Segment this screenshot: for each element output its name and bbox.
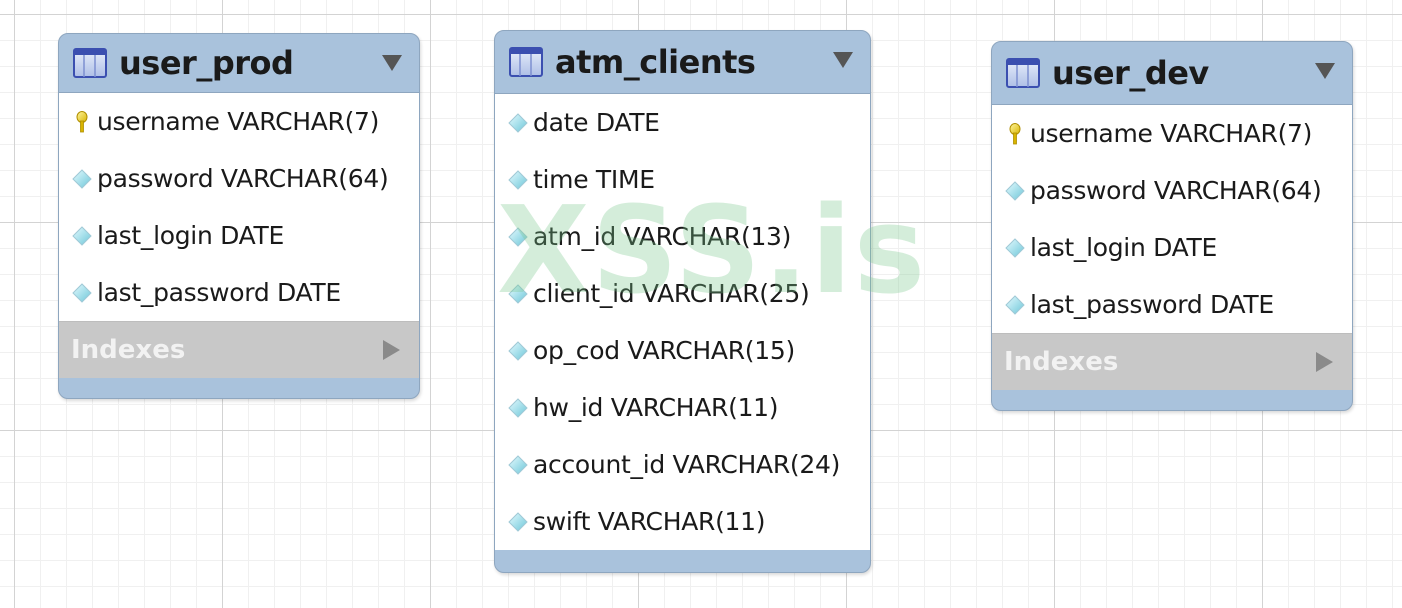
expand-arrow-icon[interactable] (1314, 351, 1334, 373)
column-icon (72, 168, 92, 189)
column-icon (508, 340, 528, 361)
column-label: password VARCHAR(64) (97, 164, 389, 193)
column-row[interactable]: last_login DATE (992, 219, 1352, 276)
table-icon (73, 48, 107, 78)
column-label: last_password DATE (1030, 290, 1274, 319)
column-label: username VARCHAR(7) (97, 107, 380, 136)
column-row[interactable]: last_password DATE (992, 276, 1352, 333)
column-row[interactable]: op_cod VARCHAR(15) (495, 322, 870, 379)
column-label: client_id VARCHAR(25) (533, 279, 810, 308)
table-icon (1006, 58, 1040, 88)
column-row[interactable]: username VARCHAR(7) (59, 93, 419, 150)
column-row[interactable]: hw_id VARCHAR(11) (495, 379, 870, 436)
column-icon (1005, 294, 1025, 315)
column-icon (508, 454, 528, 475)
entity-title: user_dev (1052, 54, 1209, 92)
column-icon (508, 283, 528, 304)
entity-footer (59, 378, 419, 398)
column-row[interactable]: date DATE (495, 94, 870, 151)
column-list: date DATE time TIME atm_id VARCHAR(13) c… (495, 93, 870, 550)
expand-arrow-icon[interactable] (381, 339, 401, 361)
indexes-section[interactable]: Indexes (992, 333, 1352, 390)
column-label: account_id VARCHAR(24) (533, 450, 841, 479)
column-row[interactable]: client_id VARCHAR(25) (495, 265, 870, 322)
collapse-arrow-icon[interactable] (1314, 62, 1336, 80)
entity-header[interactable]: user_dev (992, 42, 1352, 104)
entity-footer (495, 550, 870, 572)
column-label: date DATE (533, 108, 660, 137)
entity-title: user_prod (119, 44, 294, 82)
column-label: op_cod VARCHAR(15) (533, 336, 795, 365)
column-label: last_login DATE (1030, 233, 1217, 262)
column-row[interactable]: time TIME (495, 151, 870, 208)
primary-key-icon (1009, 122, 1021, 144)
column-row[interactable]: username VARCHAR(7) (992, 105, 1352, 162)
column-row[interactable]: atm_id VARCHAR(13) (495, 208, 870, 265)
indexes-label: Indexes (71, 335, 186, 365)
column-row[interactable]: password VARCHAR(64) (59, 150, 419, 207)
entity-title: atm_clients (555, 43, 756, 81)
column-label: password VARCHAR(64) (1030, 176, 1322, 205)
entity-user-dev[interactable]: user_dev username VARCHAR(7) password VA… (991, 41, 1353, 411)
entity-user-prod[interactable]: user_prod username VARCHAR(7) password V… (58, 33, 420, 399)
table-icon (509, 47, 543, 77)
entity-footer (992, 390, 1352, 410)
column-label: swift VARCHAR(11) (533, 507, 766, 536)
column-icon (508, 169, 528, 190)
column-icon (508, 397, 528, 418)
entity-header[interactable]: atm_clients (495, 31, 870, 93)
column-icon (72, 225, 92, 246)
entity-atm-clients[interactable]: atm_clients date DATE time TIME atm_id V… (494, 30, 871, 573)
column-row[interactable]: password VARCHAR(64) (992, 162, 1352, 219)
column-label: last_password DATE (97, 278, 341, 307)
column-label: username VARCHAR(7) (1030, 119, 1313, 148)
column-icon (1005, 237, 1025, 258)
entity-header[interactable]: user_prod (59, 34, 419, 92)
column-label: hw_id VARCHAR(11) (533, 393, 779, 422)
column-icon (508, 112, 528, 133)
column-list: username VARCHAR(7) password VARCHAR(64)… (59, 92, 419, 321)
column-icon (508, 226, 528, 247)
column-label: atm_id VARCHAR(13) (533, 222, 792, 251)
indexes-section[interactable]: Indexes (59, 321, 419, 378)
column-label: time TIME (533, 165, 655, 194)
column-row[interactable]: account_id VARCHAR(24) (495, 436, 870, 493)
column-icon (508, 511, 528, 532)
column-list: username VARCHAR(7) password VARCHAR(64)… (992, 104, 1352, 333)
primary-key-icon (76, 110, 88, 132)
column-label: last_login DATE (97, 221, 284, 250)
column-row[interactable]: last_password DATE (59, 264, 419, 321)
column-icon (1005, 180, 1025, 201)
column-row[interactable]: last_login DATE (59, 207, 419, 264)
column-icon (72, 282, 92, 303)
collapse-arrow-icon[interactable] (832, 51, 854, 69)
indexes-label: Indexes (1004, 347, 1119, 377)
collapse-arrow-icon[interactable] (381, 54, 403, 72)
column-row[interactable]: swift VARCHAR(11) (495, 493, 870, 550)
